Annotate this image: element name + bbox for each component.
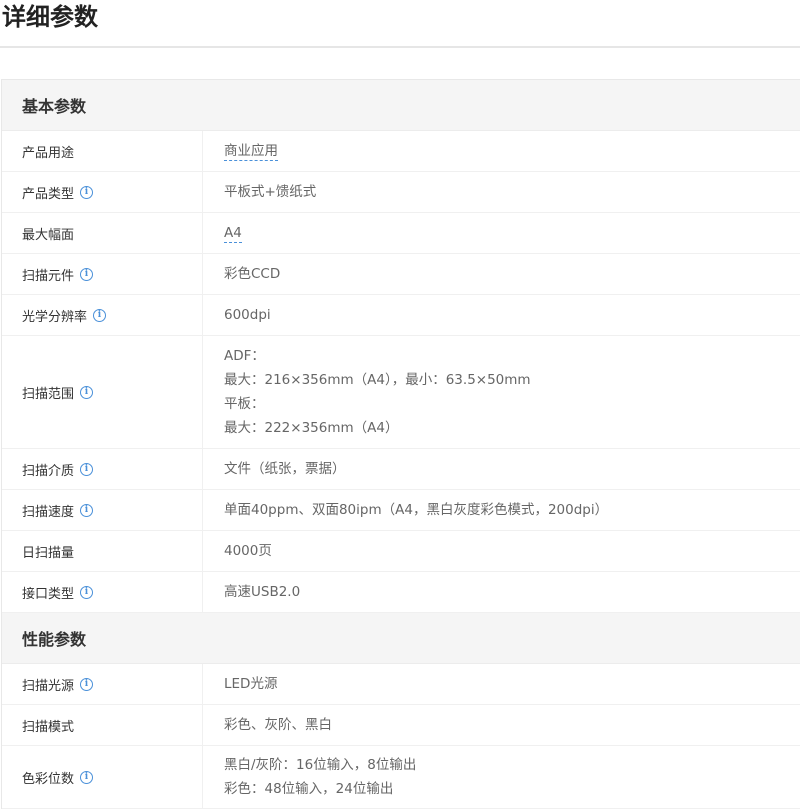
info-icon[interactable]: i <box>80 185 94 199</box>
row-value: LED光源 <box>224 676 278 692</box>
row-label: 产品用途 <box>2 131 203 171</box>
section-header-performance: 性能参数 <box>2 613 800 664</box>
value-link[interactable]: 商业应用 <box>224 142 278 161</box>
value-link[interactable]: A4 <box>224 224 242 243</box>
page-title: 详细参数 <box>2 3 98 31</box>
row-value: 单面40ppm、双面80ipm（A4，黑白灰度彩色模式，200dpi） <box>224 502 609 518</box>
row-value: 文件（纸张，票据） <box>224 461 346 477</box>
row-label: 日扫描量 <box>2 531 203 571</box>
section-header-basic: 基本参数 <box>2 80 800 131</box>
title-divider <box>0 46 800 48</box>
row-value: 平板式+馈纸式 <box>224 184 317 200</box>
table-row: 日扫描量 4000页 <box>2 531 800 572</box>
row-value: 彩色CCD <box>224 266 281 282</box>
info-icon[interactable]: i <box>80 267 94 281</box>
table-row: 产品类型 i 平板式+馈纸式 <box>2 172 800 213</box>
info-icon[interactable]: i <box>80 385 94 399</box>
row-label: 最大幅面 <box>2 213 203 253</box>
row-value: A4 <box>203 213 800 253</box>
row-label: 扫描光源 i <box>2 664 203 704</box>
spec-table: 基本参数 产品用途 商业应用 产品类型 i 平板式+馈纸式 最大幅面 A4 扫描元… <box>1 79 800 809</box>
table-row: 扫描介质 i 文件（纸张，票据） <box>2 449 800 490</box>
table-row: 扫描模式 彩色、灰阶、黑白 <box>2 705 800 746</box>
row-value: 黑白/灰阶：16位输入，8位输出 彩色：48位输入，24位输出 <box>224 757 417 797</box>
row-value: 高速USB2.0 <box>224 584 301 600</box>
row-value: 4000页 <box>224 543 272 559</box>
info-icon[interactable]: i <box>93 308 107 322</box>
row-label: 产品类型 i <box>2 172 203 212</box>
row-label: 扫描元件 i <box>2 254 203 294</box>
row-label: 光学分辨率 i <box>2 295 203 335</box>
row-label: 扫描模式 <box>2 705 203 745</box>
row-label: 扫描速度 i <box>2 490 203 530</box>
info-icon[interactable]: i <box>80 677 94 691</box>
row-label: 扫描范围 i <box>2 336 203 448</box>
row-value: 600dpi <box>224 307 271 323</box>
table-row: 光学分辨率 i 600dpi <box>2 295 800 336</box>
info-icon[interactable]: i <box>80 770 94 784</box>
table-row: 扫描光源 i LED光源 <box>2 664 800 705</box>
row-value: 彩色、灰阶、黑白 <box>224 717 332 733</box>
row-label: 接口类型 i <box>2 572 203 612</box>
info-icon[interactable]: i <box>80 462 94 476</box>
info-icon[interactable]: i <box>80 503 94 517</box>
table-row: 最大幅面 A4 <box>2 213 800 254</box>
row-label: 色彩位数 i <box>2 746 203 808</box>
table-row: 产品用途 商业应用 <box>2 131 800 172</box>
table-row: 扫描范围 i ADF： 最大：216×356mm（A4），最小：63.5×50mm… <box>2 336 800 449</box>
table-row: 扫描元件 i 彩色CCD <box>2 254 800 295</box>
row-value: 商业应用 <box>203 131 800 171</box>
row-label: 扫描介质 i <box>2 449 203 489</box>
table-row: 接口类型 i 高速USB2.0 <box>2 572 800 613</box>
info-icon[interactable]: i <box>80 585 94 599</box>
table-row: 扫描速度 i 单面40ppm、双面80ipm（A4，黑白灰度彩色模式，200dpi… <box>2 490 800 531</box>
row-value: ADF： 最大：216×356mm（A4），最小：63.5×50mm 平板： 最… <box>224 348 531 436</box>
